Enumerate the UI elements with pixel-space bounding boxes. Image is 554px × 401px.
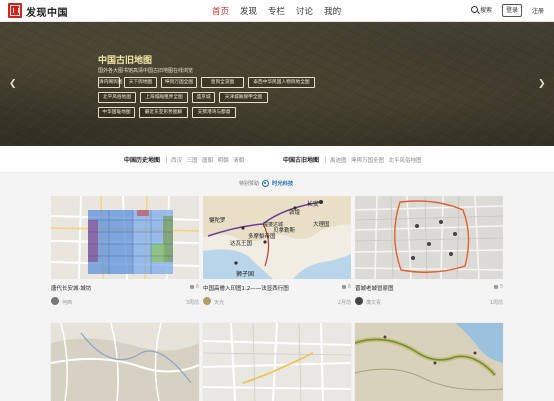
hero-title: 中国古旧地图 xyxy=(98,56,153,66)
card-title[interactable]: 中国高僧入印图1.2——法显西行图 xyxy=(203,284,289,292)
search-icon xyxy=(471,6,478,13)
map-label: 多摩梨帝国 xyxy=(248,232,276,240)
nav-item-home[interactable]: 首页 xyxy=(212,5,229,17)
hero-tag[interactable]: 北平风俗地图 xyxy=(98,92,136,103)
map-label: 犍陀罗 xyxy=(209,216,226,224)
nav-item-discussion[interactable]: 讨论 xyxy=(296,5,313,17)
map-label: 提婆达城 xyxy=(263,221,283,228)
hero-tag[interactable]: 支那港湾与都督 xyxy=(192,107,236,118)
category-item[interactable]: 明朝 xyxy=(218,156,229,164)
register-link[interactable]: 注册 xyxy=(532,6,544,15)
card-title[interactable]: 唐代长安城·城坊 xyxy=(51,284,91,292)
avatar[interactable] xyxy=(51,297,59,305)
card-author[interactable]: 廉文青 xyxy=(366,299,381,306)
map-thumbnail-icon[interactable] xyxy=(51,323,199,401)
hero-tag[interactable]: 天下舆地图 xyxy=(124,77,157,88)
map-label: 狮子国 xyxy=(236,270,254,278)
chevron-right-icon[interactable]: ❯ xyxy=(538,79,546,89)
sponsor-name[interactable]: 时光科技 xyxy=(272,179,293,187)
map-card[interactable] xyxy=(355,323,503,401)
card-time: 2月前 xyxy=(337,300,351,306)
map-label: 长安 xyxy=(307,200,319,208)
map-label: 大理国 xyxy=(313,220,330,228)
category-item[interactable]: 唐朝 xyxy=(202,156,213,164)
card-title[interactable]: 晋城老城冒原图 xyxy=(355,284,394,292)
category-item[interactable]: 西汉 xyxy=(171,156,182,164)
card-author[interactable]: 天光 xyxy=(214,299,224,306)
sponsor-logo-icon[interactable] xyxy=(262,179,270,187)
login-button[interactable]: 登录 xyxy=(502,4,522,17)
avatar[interactable] xyxy=(203,297,211,305)
hero-tag[interactable]: 天津城厢保甲全图 xyxy=(219,92,268,103)
like-count-value: 6 xyxy=(195,284,199,290)
card-author[interactable]: 何西 xyxy=(62,299,72,306)
map-thumbnail-icon[interactable] xyxy=(51,196,199,279)
logo-seal-icon[interactable] xyxy=(8,3,22,18)
sponsor-strip: 特别赞助 时光科技 xyxy=(239,179,293,187)
chevron-left-icon[interactable]: ❮ xyxy=(9,79,17,89)
category-heading[interactable]: 中国古旧地图 xyxy=(283,155,319,164)
map-thumbnail-icon[interactable] xyxy=(355,196,503,279)
sponsor-label: 特别赞助 xyxy=(239,180,260,187)
map-label: 达瓦王国 xyxy=(230,239,253,247)
map-thumbnail-icon[interactable] xyxy=(355,323,503,401)
category-heading[interactable]: 中国历史地图 xyxy=(124,155,160,164)
avatar[interactable] xyxy=(355,297,363,305)
map-thumbnail-icon[interactable] xyxy=(203,323,351,401)
map-thumbnail-icon[interactable]: 长安 敦煌 犍陀罗 达瓦王国 贝拿勒斯 多摩梨帝国 狮子国 提婆达城 大理国 xyxy=(203,196,351,279)
hero-tag[interactable]: 泰西中华民国人物舆地全图 xyxy=(248,77,315,88)
ancient-map-categories: 中国古旧地图 禹迹图 坤舆万国全图 北平风俗地图 xyxy=(283,155,426,164)
map-card[interactable]: 晋城老城冒原图 5 廉文青 1周前 xyxy=(355,196,503,308)
hero-banner: ❮ ❯ 中国古旧地图 国外各大图书馆高清中国古旧地图在线浏览 清内阁舆图 天下舆… xyxy=(0,22,554,146)
hero-subtitle: 国外各大图书馆高清中国古旧地图在线浏览 xyxy=(98,68,194,74)
category-item[interactable]: 三国 xyxy=(187,156,198,164)
hero-tag[interactable]: 盛京城 xyxy=(192,92,215,103)
like-count[interactable]: 5 xyxy=(493,284,503,290)
category-item[interactable]: 禹迹图 xyxy=(330,156,347,164)
hero-tag[interactable]: 清内阁舆图 xyxy=(98,77,122,88)
top-navigation-bar: 发现中国 首页 发现 专栏 讨论 我的 搜索 登录 注册 xyxy=(0,0,554,22)
hero-tag[interactable]: 最近东亚形势图解 xyxy=(139,107,188,118)
like-count-value: 6 xyxy=(347,284,351,290)
hero-tag[interactable]: 中华国耻地图 xyxy=(98,107,135,118)
card-time: 3周前 xyxy=(185,300,199,306)
hero-tag[interactable]: 皇舆全览图 xyxy=(201,77,244,88)
nav-item-discover[interactable]: 发现 xyxy=(240,5,257,17)
search-button[interactable]: 搜索 xyxy=(471,5,492,14)
like-count-value: 5 xyxy=(499,284,503,290)
map-label: 敦煌 xyxy=(289,208,301,216)
like-icon xyxy=(493,285,498,289)
like-count[interactable]: 6 xyxy=(341,284,351,290)
like-icon xyxy=(189,285,194,289)
category-item[interactable]: 清朝 xyxy=(233,156,244,164)
like-count[interactable]: 6 xyxy=(189,284,199,290)
map-card[interactable] xyxy=(51,323,199,401)
nav-item-mine[interactable]: 我的 xyxy=(324,5,341,17)
nav-item-columns[interactable]: 专栏 xyxy=(268,5,285,17)
category-item[interactable]: 坤舆万国全图 xyxy=(351,156,384,164)
map-card[interactable]: 长安 敦煌 犍陀罗 达瓦王国 贝拿勒斯 多摩梨帝国 狮子国 提婆达城 大理国 中… xyxy=(203,196,351,308)
search-label: 搜索 xyxy=(480,7,493,14)
hero-tag[interactable]: 坤舆万国全图 xyxy=(161,77,197,88)
like-icon xyxy=(341,285,346,289)
site-logo-text[interactable]: 发现中国 xyxy=(26,4,68,19)
card-time: 1周前 xyxy=(489,300,503,306)
category-item[interactable]: 北平风俗地图 xyxy=(389,156,422,164)
map-card[interactable] xyxy=(203,323,351,401)
map-card[interactable]: 唐代长安城·城坊 6 何西 3周前 xyxy=(51,196,199,308)
category-divider xyxy=(166,156,168,163)
category-filter-bar: 中国历史地图 西汉 三国 唐朝 明朝 清朝 中国古旧地图 禹迹图 坤舆万国全图 … xyxy=(0,146,554,173)
history-map-categories: 中国历史地图 西汉 三国 唐朝 明朝 清朝 xyxy=(124,155,249,164)
main-nav: 首页 发现 专栏 讨论 我的 xyxy=(212,5,341,17)
hero-tag[interactable]: 上海城厢租界全图 xyxy=(140,92,188,103)
category-divider xyxy=(325,156,327,163)
